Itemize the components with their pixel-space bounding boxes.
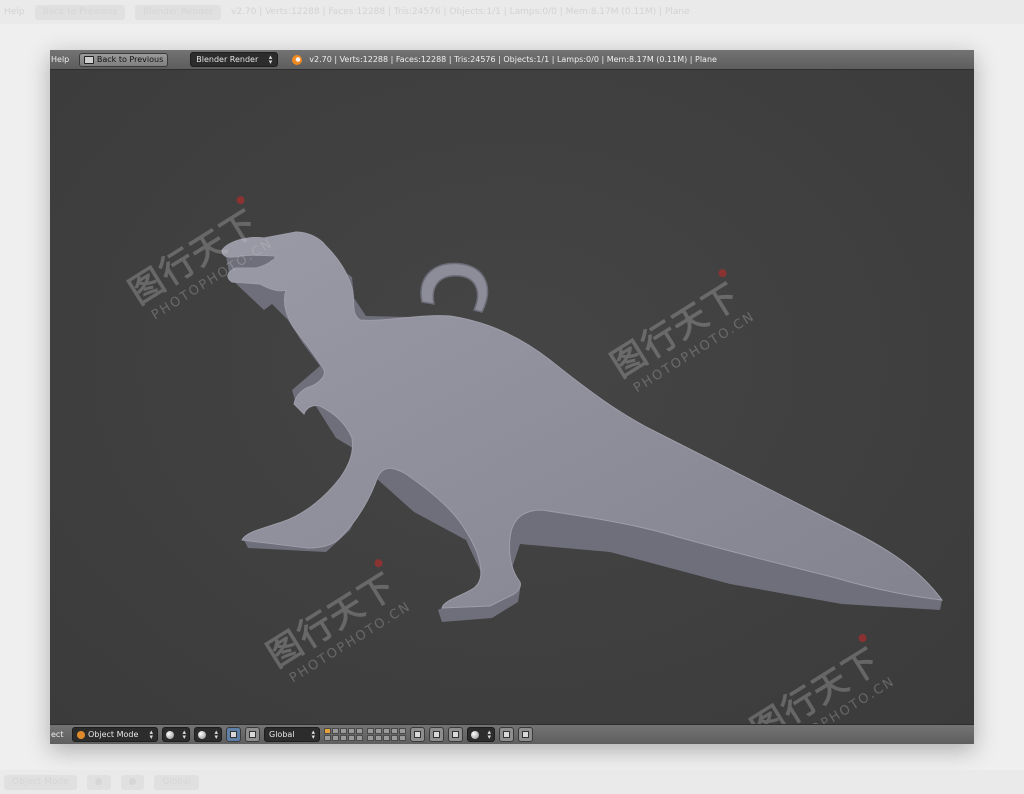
viewport-shading-select[interactable]: ▴ ▾ (162, 727, 190, 742)
proportional-edit-toggle[interactable] (429, 727, 444, 742)
reflection-help: Help (4, 7, 25, 17)
object-menu[interactable]: ect (50, 730, 68, 739)
render-engine-label: Blender Render (196, 55, 259, 64)
reflection-mode: Object Mode (4, 774, 77, 790)
render-animation-button[interactable] (518, 727, 533, 742)
render-engine-select[interactable]: Blender Render ▴ ▾ (190, 52, 279, 67)
layer-6[interactable] (367, 728, 374, 734)
clapper-icon (522, 731, 529, 738)
interaction-mode-label: Object Mode (88, 730, 139, 739)
reflection-engine: Blender Render (135, 4, 221, 20)
layer-20[interactable] (399, 735, 406, 741)
back-to-previous-button[interactable]: Back to Previous (79, 52, 169, 67)
interaction-mode-select[interactable]: Object Mode ▴ ▾ (72, 727, 158, 742)
layer-18[interactable] (383, 735, 390, 741)
layer-7[interactable] (375, 728, 382, 734)
updown-arrows-icon: ▴ ▾ (214, 727, 218, 741)
help-menu[interactable]: Help (50, 55, 69, 64)
layer-15[interactable] (356, 735, 363, 741)
solid-shading-icon (166, 730, 174, 739)
layer-1[interactable] (324, 728, 331, 734)
screen-icon (84, 55, 94, 64)
reflection-pivot: ● (120, 774, 145, 790)
snap-toggle[interactable] (448, 727, 463, 742)
transform-orientation-label: Global (269, 730, 295, 739)
transform-toggle[interactable] (245, 727, 260, 742)
layer-14[interactable] (348, 735, 355, 741)
updown-arrows-icon: ▴ ▾ (182, 727, 186, 741)
snap-element-icon (471, 730, 479, 739)
layer-5[interactable] (356, 728, 363, 734)
lock-icon (414, 731, 421, 738)
updown-arrows-icon: ▴ ▾ (487, 727, 491, 741)
updown-arrows-icon: ▴ ▾ (268, 52, 273, 66)
layer-17[interactable] (375, 735, 382, 741)
layer-16[interactable] (367, 735, 374, 741)
3d-viewport[interactable]: 图行天下 PHOTOPHOTO.CN 图行天下 PHOTOPHOTO.CN 图行… (50, 70, 974, 744)
magnet-icon (452, 731, 459, 738)
layer-13[interactable] (340, 735, 347, 741)
layer-3[interactable] (340, 728, 347, 734)
reflection-shading: ● (86, 774, 111, 790)
proportional-edit-icon (433, 731, 440, 738)
layers-group-1[interactable] (324, 728, 363, 741)
blender-logo-icon (292, 54, 303, 65)
reflection-back-button: Back to Previous (34, 4, 126, 20)
snap-element-select[interactable]: ▴ ▾ (467, 727, 495, 742)
pivot-icon (198, 730, 206, 739)
dinosaur-pendant-model (221, 231, 944, 622)
updown-arrows-icon: ▴ ▾ (149, 727, 153, 741)
layer-9[interactable] (391, 728, 398, 734)
pendant-ring (420, 262, 489, 313)
layer-8[interactable] (383, 728, 390, 734)
layer-10[interactable] (399, 728, 406, 734)
updown-arrows-icon: ▴ ▾ (311, 727, 315, 741)
3d-view-header: ect Object Mode ▴ ▾ ▴ ▾ ▴ ▾ Global ▴ ▾ ▴… (50, 724, 974, 744)
layer-11[interactable] (324, 735, 331, 741)
transform-icon (249, 731, 256, 738)
layer-2[interactable] (332, 728, 339, 734)
layer-4[interactable] (348, 728, 355, 734)
layer-19[interactable] (391, 735, 398, 741)
scene-stats: v2.70 | Verts:12288 | Faces:12288 | Tris… (309, 55, 717, 64)
transform-orientation-select[interactable]: Global ▴ ▾ (264, 727, 320, 742)
reflection-bottom-bar: Object Mode ● ● Global (0, 770, 1024, 794)
manipulator-icon (230, 731, 237, 738)
reflection-stats: v2.70 | Verts:12288 | Faces:12288 | Tris… (230, 7, 690, 17)
render-still-button[interactable] (499, 727, 514, 742)
layers-group-2[interactable] (367, 728, 406, 741)
reflection-top-bar: Help Back to Previous Blender Render v2.… (0, 0, 1024, 24)
back-to-previous-label: Back to Previous (96, 55, 164, 64)
layer-12[interactable] (332, 735, 339, 741)
pivot-point-select[interactable]: ▴ ▾ (194, 727, 222, 742)
object-mode-icon (77, 730, 85, 739)
lock-camera-toggle[interactable] (410, 727, 425, 742)
render-icon (503, 731, 510, 738)
reflection-orientation: Global (154, 774, 200, 790)
manipulator-toggle[interactable] (226, 727, 241, 742)
info-header: Help Back to Previous Blender Render ▴ ▾ … (50, 50, 974, 70)
blender-window: Help Back to Previous Blender Render ▴ ▾ … (50, 50, 974, 744)
